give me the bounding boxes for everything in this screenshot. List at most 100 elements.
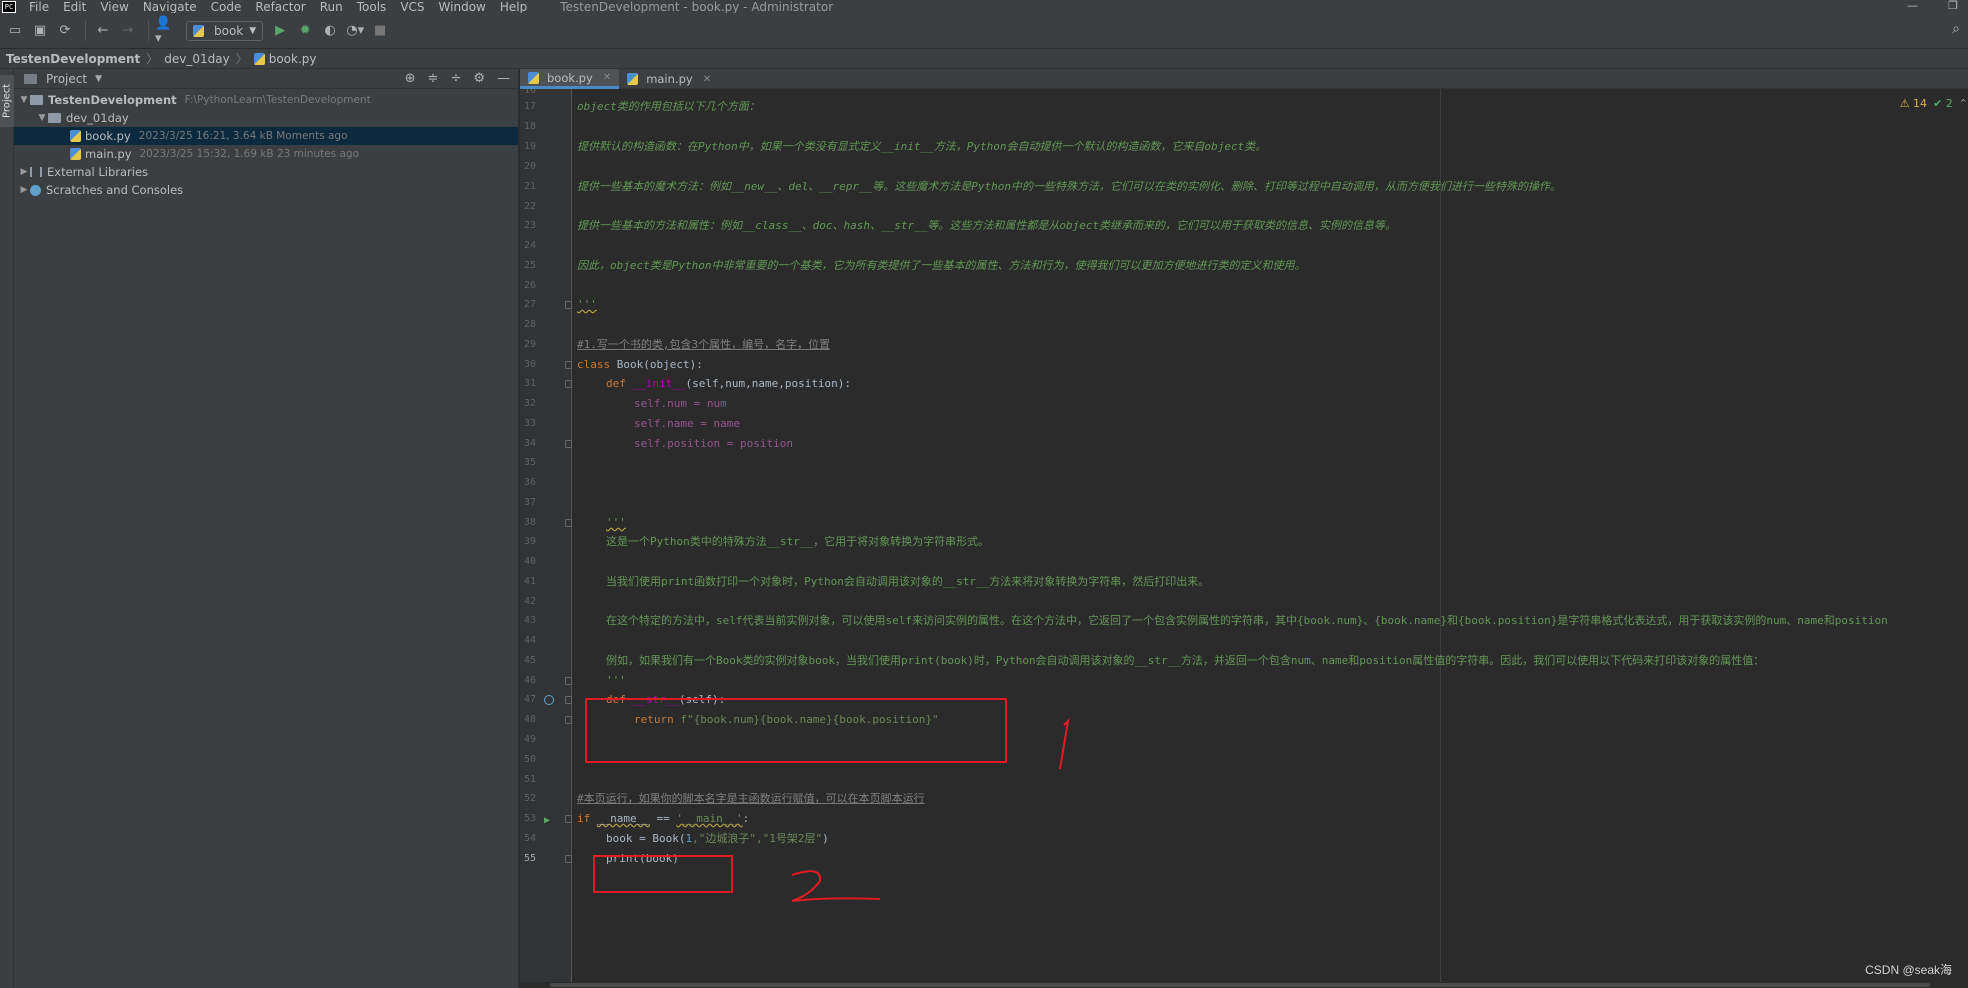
chevron-down-icon[interactable]: ▼ [18, 95, 30, 105]
breadcrumb-project[interactable]: TestenDevelopment [6, 52, 140, 66]
fold-marker[interactable] [565, 361, 572, 369]
project-panel-title[interactable]: Project [46, 72, 87, 86]
run-config-selector[interactable]: book ▼ [186, 20, 264, 41]
code-keyword: class [577, 358, 617, 371]
code-text: 例如，如果我们有一个Book类的实例对象book，当我们使用print(book… [606, 654, 1765, 667]
menu-run[interactable]: Run [320, 1, 343, 13]
tree-item-external-libraries[interactable]: ▶ External Libraries [14, 163, 518, 181]
breadcrumb-file-label: book.py [268, 51, 317, 66]
code-line: 35 [523, 457, 536, 468]
debug-icon[interactable]: ✹ [294, 20, 316, 42]
tab-book-py[interactable]: book.py ✕ [520, 69, 620, 89]
horizontal-scrollbar[interactable] [520, 982, 1968, 988]
project-tool-window-button[interactable]: Project [0, 75, 14, 127]
fold-marker[interactable] [565, 380, 572, 388]
menu-code[interactable]: Code [211, 1, 242, 13]
run-icon[interactable]: ▶ [269, 20, 291, 42]
menu-tools[interactable]: Tools [357, 1, 387, 13]
code-line: 32 self.num = num [523, 397, 727, 410]
back-arrow-icon[interactable]: ← [92, 20, 114, 42]
code-line: 17 object类的作用包括以下几个方面： [523, 100, 760, 113]
stop-icon[interactable]: ■ [369, 20, 391, 42]
breadcrumb-separator: 〉 [146, 52, 159, 66]
chevron-right-icon[interactable]: ▶ [18, 185, 30, 195]
left-tool-strip: Project [0, 69, 14, 988]
fold-marker[interactable] [565, 716, 572, 724]
tab-label: main.py [646, 72, 693, 86]
tree-item-label: dev_01day [66, 111, 129, 125]
fold-marker[interactable] [565, 855, 572, 863]
code-text: 当我们使用print函数打印一个对象时，Python会自动调用该对象的__str… [606, 575, 1210, 588]
coverage-icon[interactable]: ◐ [319, 20, 341, 42]
chevron-right-icon[interactable]: ▶ [18, 167, 30, 177]
code-line: 29 #1.写一个书的类,包含3个属性，编号，名字，位置 [523, 338, 831, 351]
fold-marker[interactable] [565, 440, 572, 448]
menu-view[interactable]: View [100, 1, 128, 13]
search-everywhere-icon[interactable]: ⌕ [1952, 21, 1960, 37]
tab-label: book.py [547, 70, 593, 85]
code-text: 提供一些基本的方法和属性：例如__class__、doc、hash、__str_… [577, 219, 1397, 232]
code-line: 33 self.name = name [523, 417, 740, 430]
tree-item-dev-01day[interactable]: ▼ dev_01day [14, 109, 518, 127]
code-editor[interactable]: ⚠ 14 ✔ 2 ⌃ 16 17 object类的作用包括以下几个方面： 18 1… [520, 89, 1968, 988]
project-folder-icon [24, 73, 37, 84]
menu-edit[interactable]: Edit [63, 1, 86, 13]
menu-file[interactable]: File [29, 1, 49, 13]
save-all-icon[interactable]: ▣ [29, 20, 51, 42]
profile-icon[interactable]: ◔▾ [344, 20, 366, 42]
hide-panel-icon[interactable]: — [497, 71, 510, 86]
tab-main-py[interactable]: main.py ✕ [619, 69, 719, 89]
menu-help[interactable]: Help [500, 1, 527, 13]
tree-item-scratches[interactable]: ▶ Scratches and Consoles [14, 181, 518, 199]
chevron-down-icon[interactable]: ▼ [95, 74, 102, 84]
code-line: 45 例如，如果我们有一个Book类的实例对象book，当我们使用print(bo… [523, 654, 1765, 667]
fold-marker[interactable] [565, 696, 572, 704]
menu-window[interactable]: Window [439, 1, 486, 13]
close-icon[interactable]: ✕ [603, 72, 611, 83]
collapse-all-icon[interactable]: ÷ [450, 71, 461, 86]
code-line: 20 [523, 161, 536, 172]
library-icon [30, 167, 42, 177]
tree-item-project-root[interactable]: ▼ TestenDevelopment F:\PythonLearn\Teste… [14, 91, 518, 109]
window-title: TestenDevelopment - book.py - Administra… [560, 0, 834, 14]
scrollbar-thumb[interactable] [550, 983, 1930, 987]
forward-arrow-icon[interactable]: → [117, 20, 139, 42]
run-icon[interactable]: ▶ [544, 813, 556, 826]
fold-marker[interactable] [565, 677, 572, 685]
gear-icon[interactable]: ⚙ [473, 71, 485, 86]
main-toolbar: ▭ ▣ ⟳ ← → 👤▾ book ▼ ▶ ✹ ◐ ◔▾ ■ ⌕ [0, 13, 1968, 49]
fold-marker[interactable] [565, 815, 572, 823]
breadcrumb-file[interactable]: book.py [253, 51, 317, 66]
tree-item-main-py[interactable]: main.py 2023/3/25 15:32, 1.69 kB 23 minu… [14, 145, 518, 163]
code-text: 这是一个Python类中的特殊方法__str__，它用于将对象转换为字符串形式。 [606, 535, 990, 548]
tree-item-book-py[interactable]: book.py 2023/3/25 16:21, 3.64 kB Moments… [14, 127, 518, 145]
scratches-icon [30, 184, 41, 196]
menu-refactor[interactable]: Refactor [255, 1, 305, 13]
close-icon[interactable]: ✕ [703, 74, 711, 85]
sync-icon[interactable]: ⟳ [54, 20, 76, 42]
code-text: (self,num,name,position): [685, 377, 852, 390]
user-icon[interactable]: 👤▾ [155, 16, 177, 46]
code-line: 37 [523, 497, 536, 508]
code-line: 38 ''' [523, 516, 626, 529]
code-line: 36 [523, 477, 536, 488]
pycharm-logo-icon: PC [2, 0, 16, 13]
minimize-button[interactable]: — [1907, 0, 1918, 12]
breadcrumb-folder[interactable]: dev_01day [164, 52, 229, 66]
menu-navigate[interactable]: Navigate [143, 1, 197, 13]
code-line: 40 [523, 556, 536, 567]
code-text: 在这个特定的方法中，self代表当前实例对象，可以使用self来访问实例的属性。… [606, 614, 1888, 627]
open-folder-icon[interactable]: ▭ [4, 20, 26, 42]
locate-file-icon[interactable]: ⊕ [405, 71, 416, 86]
override-method-icon[interactable] [544, 695, 554, 705]
restore-button[interactable]: ❐ [1948, 0, 1958, 12]
fold-marker[interactable] [565, 519, 572, 527]
expand-all-icon[interactable]: ≑ [428, 71, 439, 86]
menu-vcs[interactable]: VCS [400, 1, 424, 13]
chevron-down-icon[interactable]: ▼ [36, 113, 48, 123]
fold-marker[interactable] [565, 301, 572, 309]
code-text: ''' [606, 516, 626, 529]
code-text: 因此，object类是Python中非常重要的一个基类，它为所有类提供了一些基本… [577, 259, 1306, 272]
code-line: 27 ''' [523, 298, 597, 311]
code-line: 18 [523, 121, 536, 132]
